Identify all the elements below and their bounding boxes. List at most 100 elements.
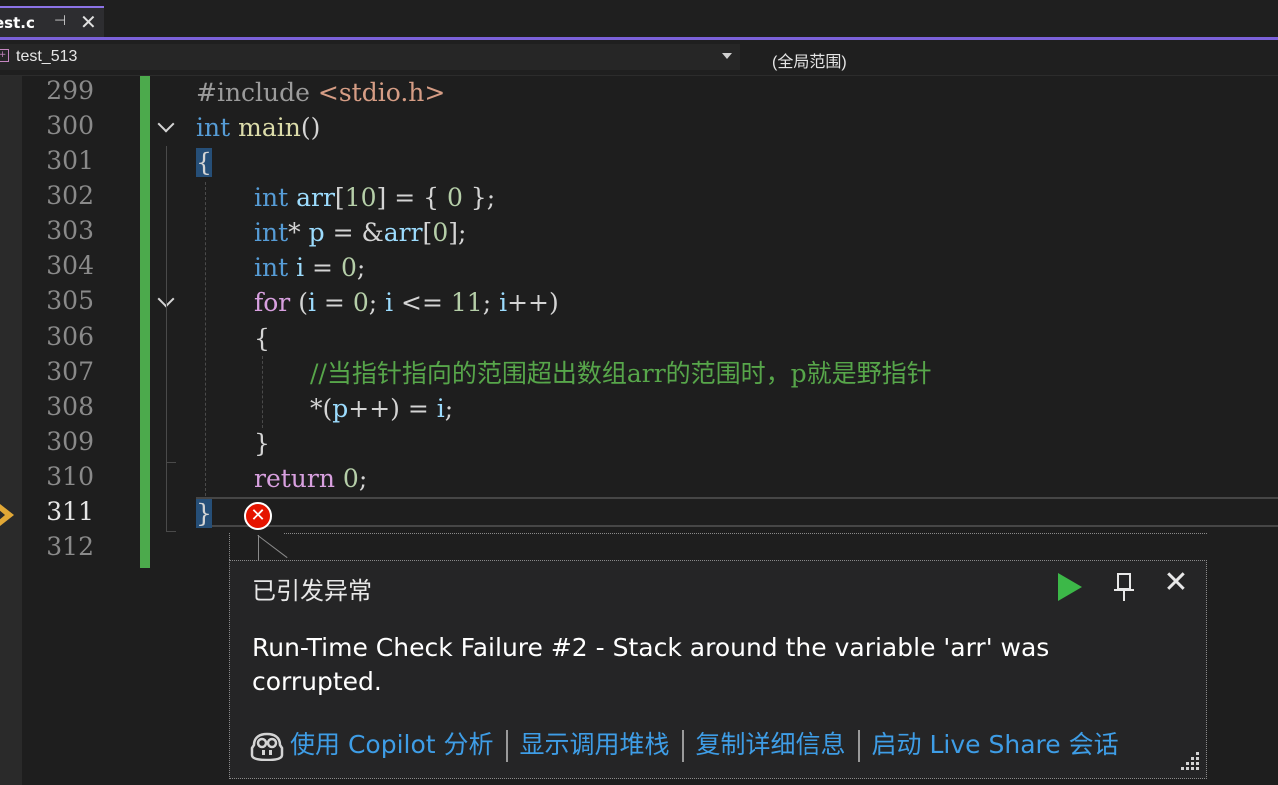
matching-brace: {: [196, 148, 212, 177]
navigation-bar: + test_513 (全局范围): [0, 40, 1278, 76]
code-token: return: [254, 464, 335, 493]
code-token: arr: [296, 183, 335, 212]
code-token: int: [254, 183, 289, 212]
continue-play-icon[interactable]: [1058, 573, 1082, 601]
code-token: int: [196, 113, 231, 142]
code-token: ++): [507, 288, 559, 317]
link-copilot-analyze[interactable]: 使用 Copilot 分析: [290, 730, 494, 759]
code-token: ];: [448, 218, 467, 247]
close-icon[interactable]: ✕: [1160, 567, 1192, 599]
code-token: p: [308, 218, 325, 247]
link-show-call-stack[interactable]: 显示调用堆栈: [520, 730, 670, 759]
pin-icon[interactable]: [1112, 571, 1136, 603]
change-tracking-bar: [140, 76, 150, 568]
line-number: 304: [46, 251, 94, 280]
code-token: ;: [356, 253, 366, 282]
code-token: i: [296, 253, 305, 282]
line-number: 312: [46, 532, 94, 561]
line-number: 307: [46, 357, 94, 386]
code-token: (: [290, 288, 308, 317]
code-line-308[interactable]: *(p++) = i;: [310, 392, 453, 426]
code-line-301[interactable]: {: [196, 146, 212, 180]
line-number: 310: [46, 462, 94, 491]
pin-tab-icon[interactable]: ⊣: [54, 13, 66, 29]
code-token: int: [254, 218, 289, 247]
document-tab-bar: est.c ⊣ ✕: [0, 0, 1278, 40]
indicator-margin[interactable]: [0, 76, 22, 785]
code-token: 0: [342, 464, 359, 493]
code-token: *(: [310, 394, 333, 423]
line-number: 301: [46, 146, 94, 175]
popup-pointer: [258, 535, 259, 561]
popup-title: 已引发异常: [252, 577, 372, 605]
close-tab-icon[interactable]: ✕: [80, 10, 97, 34]
line-number: 299: [46, 76, 94, 105]
line-number-current: 311: [46, 497, 94, 526]
code-token: (): [300, 113, 321, 142]
code-token: 0: [446, 183, 463, 212]
code-token: i: [499, 288, 508, 317]
line-number: 305: [46, 286, 94, 315]
link-separator: [505, 730, 508, 762]
tab-title[interactable]: est.c: [0, 14, 35, 32]
code-line-309[interactable]: }: [254, 427, 270, 461]
code-token: p: [332, 394, 349, 423]
code-token: 0: [340, 253, 357, 282]
project-dropdown[interactable]: + test_513: [0, 44, 740, 70]
tab-test-c[interactable]: est.c ⊣ ✕: [0, 6, 104, 37]
code-token: ;: [482, 288, 500, 317]
code-line-310[interactable]: return 0;: [254, 462, 367, 496]
link-copy-details[interactable]: 复制详细信息: [696, 730, 846, 759]
code-token: [: [422, 218, 433, 247]
code-token: {: [254, 324, 270, 353]
code-token: =: [315, 288, 353, 317]
code-token: i: [307, 288, 316, 317]
link-start-live-share[interactable]: 启动 Live Share 会话: [872, 730, 1119, 759]
code-token: 0: [432, 218, 449, 247]
current-line-highlight: [196, 497, 1278, 527]
code-line-307[interactable]: //当指针指向的范围超出数组arr的范围时，p就是野指针: [310, 357, 932, 391]
link-separator: [681, 730, 684, 762]
dropdown-caret-icon[interactable]: [722, 53, 732, 59]
code-line-300[interactable]: int main(): [196, 111, 320, 145]
resize-grip-icon[interactable]: [1178, 750, 1200, 772]
outline-guide: [166, 322, 167, 462]
code-line-299[interactable]: #include <stdio.h>: [196, 76, 445, 110]
code-token: int: [254, 253, 289, 282]
code-line-303[interactable]: int* p = &arr[0];: [254, 216, 466, 250]
exception-helper-popup: 已引发异常 ✕ Run-Time Check Failure #2 - Stac…: [229, 560, 1207, 779]
outline-guide-end: [166, 531, 176, 532]
code-line-305[interactable]: for (i = 0; i <= 11; i++): [254, 286, 559, 320]
code-token: i: [385, 288, 394, 317]
code-token: }: [254, 429, 270, 458]
code-token: = &: [324, 218, 384, 247]
line-number: 302: [46, 181, 94, 210]
copilot-icon[interactable]: [250, 731, 284, 761]
scope-dropdown[interactable]: (全局范围): [772, 48, 847, 72]
code-line-304[interactable]: int i = 0;: [254, 251, 365, 285]
code-token: =: [304, 253, 341, 282]
code-token: main: [238, 113, 301, 142]
code-token: ;: [444, 394, 454, 423]
code-token: 11: [450, 288, 483, 317]
popup-border: [284, 533, 1207, 534]
code-token: arr: [383, 218, 423, 247]
outline-guide-end: [166, 462, 176, 463]
code-token: *: [288, 218, 309, 247]
execution-arrow-inner: [0, 509, 5, 521]
popup-pointer: [257, 535, 288, 559]
line-number: 308: [46, 392, 94, 421]
error-icon[interactable]: ✕: [244, 502, 272, 530]
line-number: 309: [46, 427, 94, 456]
code-line-302[interactable]: int arr[10] = { 0 };: [254, 181, 495, 215]
code-token: ] = {: [376, 183, 447, 212]
code-token: <=: [393, 288, 451, 317]
code-line-306[interactable]: {: [254, 322, 270, 356]
code-token: #include: [196, 78, 318, 107]
code-token: 0: [352, 288, 369, 317]
fold-chevron-icon[interactable]: [158, 118, 174, 134]
code-line-311[interactable]: }: [196, 497, 212, 531]
code-token: ++) =: [348, 394, 437, 423]
code-token: 10: [344, 183, 377, 212]
